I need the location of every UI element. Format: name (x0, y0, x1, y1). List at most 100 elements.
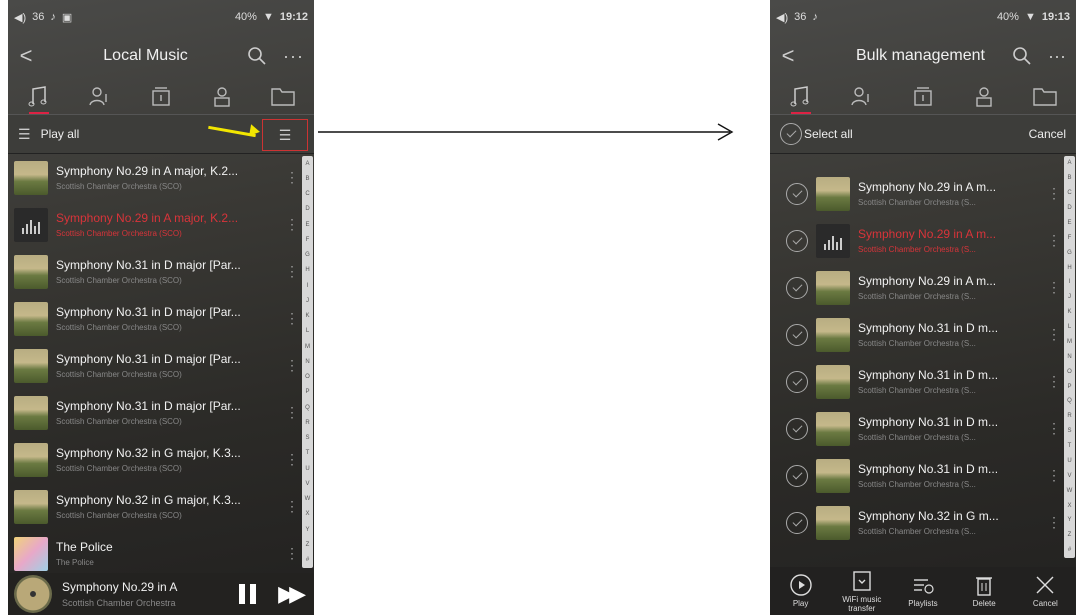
alphabet-letter[interactable]: W (305, 496, 311, 502)
alphabet-letter[interactable]: A (305, 161, 309, 167)
alphabet-letter[interactable]: K (305, 313, 309, 319)
alphabet-letter[interactable]: N (1067, 354, 1071, 360)
alphabet-letter[interactable]: K (1067, 309, 1071, 315)
more-options-icon[interactable]: ··· (1048, 46, 1066, 67)
alphabet-letter[interactable]: J (306, 298, 309, 304)
alphabet-letter[interactable]: P (305, 389, 309, 395)
search-icon[interactable] (247, 46, 267, 66)
more-vertical-icon[interactable]: ⋮ (282, 169, 302, 186)
alphabet-letter[interactable]: R (1067, 413, 1071, 419)
alphabet-letter[interactable]: Q (1067, 398, 1072, 404)
alphabet-letter[interactable]: J (1068, 294, 1071, 300)
more-vertical-icon[interactable]: ⋮ (282, 357, 302, 374)
row-checkbox[interactable] (786, 276, 808, 299)
alphabet-letter[interactable]: # (306, 557, 309, 563)
alphabet-letter[interactable]: Q (305, 405, 310, 411)
pause-icon[interactable] (239, 584, 257, 604)
alphabet-letter[interactable]: Y (305, 527, 309, 533)
row-checkbox[interactable] (786, 417, 808, 440)
list-item[interactable]: Symphony No.29 in A m... Scottish Chamber… (770, 170, 1064, 217)
alphabet-index[interactable]: A B C D E F G H I J K L M N O P Q R S T U V W X Y Z # (1064, 156, 1075, 558)
wifi-transfer-button[interactable]: WiFi music transfer (833, 569, 891, 614)
list-item[interactable]: Symphony No.29 in A major, K.2... Scottis… (8, 201, 302, 248)
more-options-icon[interactable]: ··· (283, 46, 304, 67)
tab-folders[interactable] (1025, 81, 1065, 111)
row-checkbox[interactable] (786, 511, 808, 534)
alphabet-letter[interactable]: V (305, 481, 309, 487)
list-item[interactable]: Symphony No.31 in D m... Scottish Chamber… (770, 452, 1064, 499)
alphabet-letter[interactable]: S (305, 435, 309, 441)
list-item[interactable]: Symphony No.31 in D m... Scottish Chamber… (770, 405, 1064, 452)
alphabet-letter[interactable]: X (305, 511, 309, 517)
list-item[interactable]: Symphony No.31 in D major [Par... Scottis… (8, 295, 302, 342)
tab-composers[interactable] (964, 81, 1004, 111)
row-checkbox[interactable] (786, 182, 808, 205)
tab-artists[interactable] (842, 81, 882, 111)
alphabet-letter[interactable]: D (305, 206, 309, 212)
alphabet-letter[interactable]: M (305, 344, 310, 350)
alphabet-letter[interactable]: U (1067, 458, 1071, 464)
more-vertical-icon[interactable]: ⋮ (282, 451, 302, 468)
more-vertical-icon[interactable]: ⋮ (1044, 232, 1064, 249)
alphabet-letter[interactable]: I (307, 283, 309, 289)
select-all-checkbox[interactable] (780, 123, 802, 145)
alphabet-letter[interactable]: T (306, 450, 310, 456)
alphabet-letter[interactable]: Y (1067, 517, 1071, 523)
more-vertical-icon[interactable]: ⋮ (1044, 420, 1064, 437)
alphabet-letter[interactable]: H (305, 267, 309, 273)
alphabet-letter[interactable]: B (305, 176, 309, 182)
more-vertical-icon[interactable]: ⋮ (1044, 279, 1064, 296)
playlists-button[interactable]: Playlists (894, 573, 952, 609)
play-button[interactable]: Play (772, 573, 830, 609)
alphabet-letter[interactable]: L (306, 328, 309, 334)
alphabet-letter[interactable]: A (1067, 160, 1071, 166)
more-vertical-icon[interactable]: ⋮ (1044, 514, 1064, 531)
now-playing-bar[interactable]: Symphony No.29 in A Scottish Chamber Orc… (8, 573, 314, 615)
list-item[interactable]: Symphony No.29 in A m... Scottish Chamber… (770, 217, 1064, 264)
tab-albums[interactable] (903, 81, 943, 111)
more-vertical-icon[interactable]: ⋮ (282, 498, 302, 515)
row-checkbox[interactable] (786, 370, 808, 393)
row-checkbox[interactable] (786, 323, 808, 346)
bulk-management-button[interactable]: ☰ (262, 119, 308, 151)
delete-button[interactable]: Delete (955, 573, 1013, 609)
next-track-icon[interactable]: ▶▶ (278, 581, 306, 607)
list-item[interactable]: Symphony No.32 in G m... Scottish Chamber… (770, 499, 1064, 546)
select-all-button[interactable]: Select all (804, 127, 853, 141)
alphabet-letter[interactable]: T (1068, 443, 1072, 449)
alphabet-letter[interactable]: E (1067, 220, 1071, 226)
alphabet-letter[interactable]: G (1067, 250, 1072, 256)
alphabet-letter[interactable]: C (1067, 190, 1071, 196)
more-vertical-icon[interactable]: ⋮ (282, 545, 302, 562)
tab-artists[interactable] (80, 81, 120, 111)
row-checkbox[interactable] (786, 464, 808, 487)
alphabet-letter[interactable]: Z (1068, 532, 1072, 538)
tab-songs[interactable] (781, 81, 821, 114)
alphabet-letter[interactable]: Z (306, 542, 310, 548)
bottom-cancel-button[interactable]: Cancel (1016, 573, 1074, 609)
play-all-button[interactable]: Play all (41, 127, 80, 141)
alphabet-letter[interactable]: P (1067, 384, 1071, 390)
cancel-button[interactable]: Cancel (1029, 127, 1066, 141)
alphabet-letter[interactable]: C (305, 191, 309, 197)
alphabet-letter[interactable]: M (1067, 339, 1072, 345)
list-item[interactable]: Symphony No.31 in D m... Scottish Chamber… (770, 358, 1064, 405)
list-item[interactable]: Symphony No.29 in A major, K.2... Scottis… (8, 154, 302, 201)
tab-folders[interactable] (263, 81, 303, 111)
list-item[interactable]: The Police The Police ⋮ (8, 530, 302, 577)
list-item[interactable]: Symphony No.31 in D major [Par... Scottis… (8, 389, 302, 436)
list-item[interactable]: Symphony No.32 in G major, K.3... Scottis… (8, 483, 302, 530)
alphabet-letter[interactable]: L (1068, 324, 1071, 330)
alphabet-letter[interactable]: I (1069, 279, 1071, 285)
alphabet-letter[interactable]: U (305, 466, 309, 472)
more-vertical-icon[interactable]: ⋮ (1044, 326, 1064, 343)
alphabet-letter[interactable]: H (1067, 265, 1071, 271)
search-icon[interactable] (1012, 46, 1032, 66)
alphabet-letter[interactable]: O (1067, 369, 1072, 375)
alphabet-letter[interactable]: R (305, 420, 309, 426)
more-vertical-icon[interactable]: ⋮ (282, 310, 302, 327)
back-icon[interactable]: < (8, 43, 44, 69)
more-vertical-icon[interactable]: ⋮ (282, 216, 302, 233)
alphabet-letter[interactable]: D (1067, 205, 1071, 211)
tab-albums[interactable] (141, 81, 181, 111)
